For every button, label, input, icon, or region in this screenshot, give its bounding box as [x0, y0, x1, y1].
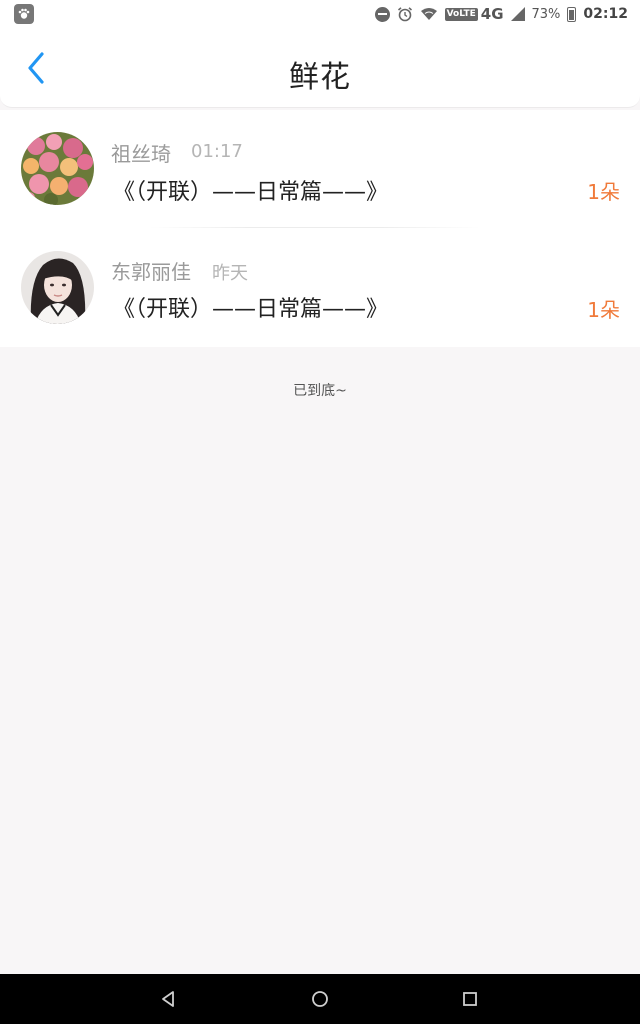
clock: 02:12 — [583, 6, 628, 22]
system-recents-button[interactable] — [457, 986, 483, 1012]
time-text: 01:17 — [191, 141, 243, 162]
flowers-photo — [21, 132, 94, 205]
home-circle-icon — [312, 991, 328, 1007]
page-title: 鲜花 — [289, 60, 351, 95]
recents-square-icon — [463, 992, 477, 1006]
wifi-icon — [420, 7, 438, 21]
battery-icon — [567, 6, 577, 22]
status-right: VoLTE 4G 73% 02:12 — [374, 5, 628, 23]
flower-count: 1朵 — [587, 180, 620, 204]
avatar[interactable] — [21, 132, 94, 205]
app-badge-icon — [14, 4, 34, 24]
header: 鲜花 — [0, 28, 640, 108]
status-bar: VoLTE 4G 73% 02:12 — [0, 0, 640, 28]
battery-percent: 73% — [531, 6, 561, 22]
user-name: 祖丝琦 — [111, 142, 171, 166]
system-back-button[interactable] — [155, 986, 181, 1012]
system-home-button[interactable] — [307, 986, 333, 1012]
article-title: 《（开联）——日常篇——》 — [113, 180, 389, 205]
time-text: 昨天 — [212, 263, 248, 284]
user-name: 东郭丽佳 — [111, 260, 191, 284]
avatar[interactable] — [21, 251, 94, 324]
system-nav-bar — [0, 974, 640, 1024]
end-of-list-text: 已到底~ — [293, 383, 347, 399]
article-title: 《（开联）——日常篇——》 — [113, 297, 389, 322]
alarm-icon — [397, 6, 413, 22]
do-not-disturb-icon — [374, 6, 390, 22]
signal-icon — [510, 7, 525, 21]
girl-portrait-photo — [21, 251, 94, 324]
flower-list: 祖丝琦 01:17 《（开联）——日常篇——》 1朵 东郭丽佳 昨天 《（开联）… — [0, 110, 640, 347]
list-item[interactable]: 祖丝琦 01:17 《（开联）——日常篇——》 1朵 — [0, 110, 640, 228]
flower-count: 1朵 — [587, 298, 620, 322]
network-type: 4G — [480, 5, 504, 23]
volte-icon: VoLTE — [444, 7, 478, 21]
back-triangle-icon — [162, 991, 174, 1007]
list-item[interactable]: 东郭丽佳 昨天 《（开联）——日常篇——》 1朵 — [0, 228, 640, 346]
status-left — [14, 4, 34, 24]
